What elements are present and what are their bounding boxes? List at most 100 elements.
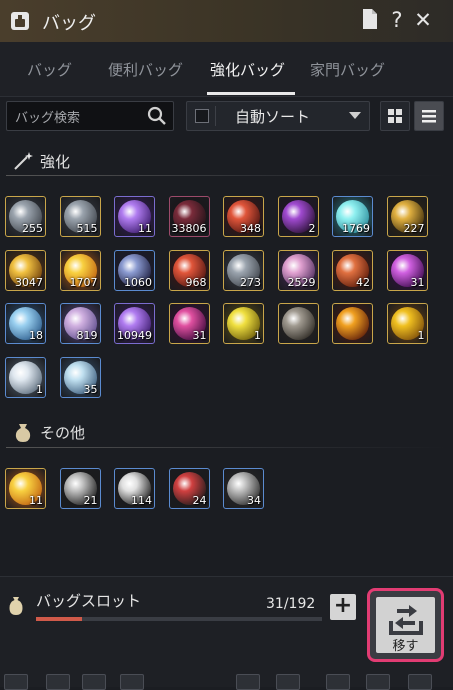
item-slot[interactable]: 31: [168, 303, 210, 344]
bag-search-input[interactable]: バッグ検索: [6, 101, 174, 131]
item-slot[interactable]: 3047: [5, 249, 46, 291]
item-slot[interactable]: [332, 303, 373, 344]
item-count: 114: [131, 494, 152, 507]
item-slot[interactable]: 34: [223, 468, 264, 509]
item-slot[interactable]: 348: [223, 196, 264, 237]
item-slot[interactable]: 255: [5, 196, 46, 237]
item-slot[interactable]: 273: [223, 249, 264, 291]
tab-bar: バッグ 便利バッグ 強化バッグ 家門バッグ: [0, 42, 453, 97]
item-count: 18: [29, 329, 43, 342]
item-slot[interactable]: 1: [386, 303, 428, 344]
item-count: 11: [29, 494, 43, 507]
item-slot[interactable]: 11: [5, 468, 46, 509]
item-slot[interactable]: 515: [59, 196, 101, 237]
quick-slot-icon[interactable]: [120, 674, 144, 690]
bottom-quick-toolbar: [0, 670, 453, 690]
list-view-button[interactable]: [414, 101, 444, 131]
item-count: 1060: [124, 275, 152, 289]
item-count: 1707: [69, 275, 98, 289]
active-tab-indicator: [207, 92, 295, 95]
item-count: 273: [240, 275, 261, 289]
search-icon[interactable]: [147, 106, 167, 126]
document-icon[interactable]: [358, 8, 382, 32]
bag-slot-progress-bar: [36, 617, 322, 621]
quick-slot-icon[interactable]: [276, 674, 300, 690]
item-count: 31: [192, 329, 207, 342]
pouch-icon: [15, 424, 31, 442]
auto-sort-dropdown[interactable]: 自動ソート: [186, 101, 370, 131]
item-slot[interactable]: 227: [386, 196, 428, 237]
item-count: 515: [76, 222, 98, 235]
item-count: 35: [83, 382, 98, 396]
item-slot[interactable]: 2: [277, 196, 319, 237]
item-slot[interactable]: 114: [114, 468, 155, 509]
auto-sort-checkbox[interactable]: [195, 109, 209, 123]
item-slot[interactable]: 2529: [277, 249, 319, 291]
item-count: 34: [247, 494, 261, 507]
quick-slot-icon[interactable]: [408, 674, 432, 690]
move-button[interactable]: 移す: [367, 588, 444, 662]
help-icon[interactable]: ?: [385, 8, 409, 32]
grid-view-button[interactable]: [380, 101, 410, 131]
section-other-title: その他: [40, 424, 86, 442]
item-count: 10949: [117, 329, 152, 342]
quick-slot-icon[interactable]: [4, 674, 28, 690]
tab-enhance-bag[interactable]: 強化バッグ: [210, 59, 285, 80]
item-slot[interactable]: 10949: [114, 303, 155, 344]
item-slot[interactable]: 1707: [59, 249, 101, 291]
item-count: 1: [36, 382, 43, 396]
grid-icon: [388, 109, 402, 123]
tab-family-bag[interactable]: 家門バッグ: [310, 59, 385, 80]
quick-slot-icon[interactable]: [236, 674, 260, 690]
section-divider: [6, 447, 446, 448]
item-count: 11: [138, 222, 152, 235]
hammer-icon: [281, 307, 315, 340]
bag-slot-progress-fill: [36, 617, 83, 621]
auto-sort-label: 自動ソート: [235, 108, 311, 126]
quick-slot-icon[interactable]: [46, 674, 70, 690]
item-slot[interactable]: 21: [59, 468, 101, 509]
title-bar: バッグ ? ✕: [0, 0, 453, 43]
item-slot[interactable]: 18: [5, 303, 46, 344]
chevron-down-icon: [349, 112, 361, 119]
window-title: バッグ: [42, 13, 96, 34]
item-count: 1: [417, 329, 425, 342]
divider: [215, 106, 216, 126]
item-count: 348: [240, 222, 261, 235]
item-slot[interactable]: 33806: [168, 196, 210, 237]
item-count: 968: [185, 275, 207, 289]
item-slot[interactable]: 24: [168, 468, 210, 509]
gold-weapon-icon: [336, 307, 369, 340]
item-count: 33806: [171, 222, 207, 235]
item-count: 819: [76, 329, 98, 342]
section-divider: [6, 175, 446, 176]
item-slot[interactable]: 819: [59, 303, 101, 344]
item-slot[interactable]: 1060: [114, 249, 155, 291]
item-slot[interactable]: 11: [114, 196, 155, 237]
item-slot[interactable]: 31: [386, 249, 428, 291]
bag-slot-count: 31/192: [266, 596, 316, 612]
transfer-box-icon: [389, 605, 423, 635]
item-count: 1769: [342, 222, 370, 235]
item-slot[interactable]: 1: [223, 303, 264, 344]
item-slot[interactable]: 968: [168, 249, 210, 291]
item-count: 42: [356, 275, 370, 289]
item-count: 24: [192, 494, 207, 507]
quick-slot-icon[interactable]: [326, 674, 350, 690]
quick-slot-icon[interactable]: [82, 674, 106, 690]
item-slot[interactable]: 35: [59, 356, 101, 398]
item-slot[interactable]: [277, 303, 319, 344]
item-count: 21: [83, 494, 98, 507]
tab-bag[interactable]: バッグ: [27, 59, 72, 80]
item-slot[interactable]: 1769: [332, 196, 373, 237]
close-icon[interactable]: ✕: [411, 8, 435, 32]
expand-slot-button[interactable]: +: [330, 594, 356, 620]
item-slot[interactable]: 1: [5, 356, 46, 398]
bag-slot-icon: [9, 597, 23, 615]
item-count: 2529: [287, 275, 316, 289]
item-count: 1: [254, 329, 261, 342]
quick-slot-icon[interactable]: [366, 674, 390, 690]
list-icon: [422, 110, 436, 123]
item-slot[interactable]: 42: [332, 249, 373, 291]
tab-convenience-bag[interactable]: 便利バッグ: [108, 59, 183, 80]
